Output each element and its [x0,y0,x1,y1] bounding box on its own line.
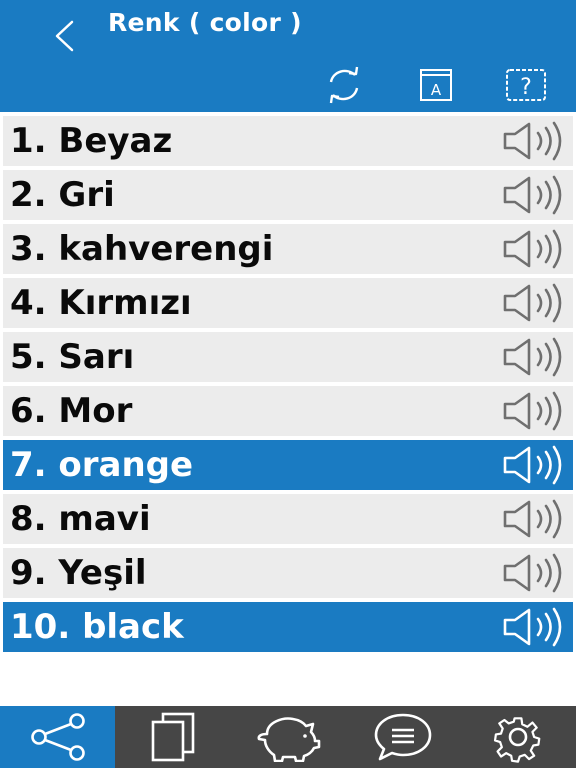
speaker-icon [503,499,562,539]
tab-piggy-bank[interactable] [230,706,345,768]
speaker-button[interactable] [501,120,567,162]
bottom-tab-bar [0,706,576,768]
speaker-button[interactable] [501,390,567,432]
speaker-button[interactable] [501,606,567,648]
tab-settings[interactable] [461,706,576,768]
word-row[interactable]: 6. Mor [3,386,573,436]
dictionary-glyph: A [431,81,442,99]
word-row[interactable]: 3. kahverengi [3,224,573,274]
speaker-button[interactable] [501,336,567,378]
speaker-icon [503,445,562,485]
word-row[interactable]: 4. Kırmızı [3,278,573,328]
word-row-selected[interactable]: 7. orange [3,440,573,490]
word-label: 1. Beyaz [10,121,173,161]
back-button[interactable] [46,16,82,56]
dictionary-button[interactable]: A [412,64,460,106]
word-label: 9. Yeşil [10,553,147,593]
speaker-button[interactable] [501,282,567,324]
speaker-icon [503,121,562,161]
word-label: 8. mavi [10,499,151,539]
tab-chat[interactable] [346,706,461,768]
tab-cards[interactable] [115,706,230,768]
help-button[interactable]: ? [502,64,550,106]
speaker-icon [503,283,562,323]
word-label: 2. Gri [10,175,115,215]
speaker-icon [503,553,562,593]
speaker-icon [503,391,562,431]
word-label: 4. Kırmızı [10,283,192,323]
speaker-button[interactable] [501,498,567,540]
word-row[interactable]: 9. Yeşil [3,548,573,598]
word-row[interactable]: 1. Beyaz [3,116,573,166]
speaker-icon [503,607,562,647]
piggy-bank-icon [257,717,321,762]
word-row[interactable]: 5. Sarı [3,332,573,382]
share-icon [30,713,85,761]
word-row[interactable]: 2. Gri [3,170,573,220]
word-label: 7. orange [10,445,194,485]
speaker-icon [503,229,562,269]
speaker-button[interactable] [501,444,567,486]
word-row[interactable]: 8. mavi [3,494,573,544]
speaker-button[interactable] [501,174,567,216]
help-glyph: ? [520,75,532,100]
speaker-button[interactable] [501,228,567,270]
word-label: 10. black [10,607,184,647]
app-header: Renk ( color ) A ? [0,0,576,112]
dictionary-icon: A [420,69,452,101]
tab-share[interactable] [0,706,116,768]
help-icon: ? [506,69,546,101]
chevron-left-icon [55,20,74,52]
word-label: 3. kahverengi [10,229,274,269]
word-label: 5. Sarı [10,337,135,377]
chat-icon [374,713,432,761]
speaker-icon [503,175,562,215]
settings-icon [494,717,541,763]
speaker-button[interactable] [501,552,567,594]
refresh-icon [329,66,359,104]
refresh-button[interactable] [320,64,368,106]
speaker-icon [503,337,562,377]
word-row-selected[interactable]: 10. black [3,602,573,652]
word-label: 6. Mor [10,391,133,431]
cards-icon [151,712,195,762]
page-title: Renk ( color ) [108,8,302,37]
